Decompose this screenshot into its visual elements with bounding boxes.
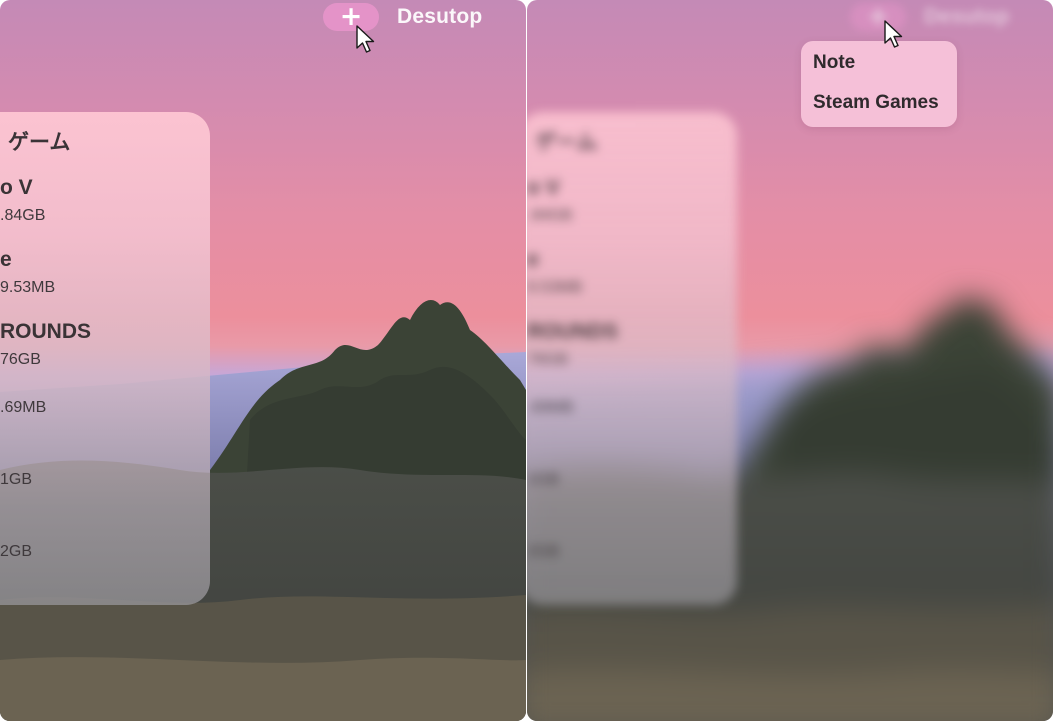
game-item: ROUNDS 76GB	[527, 320, 618, 369]
game-name: e	[527, 248, 539, 271]
game-item: 2GB	[527, 536, 559, 561]
game-item[interactable]: e 9.53MB	[0, 248, 55, 297]
game-size: 2GB	[0, 543, 33, 560]
game-size: .69MB	[527, 399, 574, 416]
games-widget: ゲーム o V .84GB e 9.53MB ROUNDS 76GB .69MB…	[527, 112, 737, 605]
game-item[interactable]: ROUNDS 76GB	[0, 320, 91, 369]
comparison-stage: + Desutop ゲーム o V .84GB e 9.53MB ROUNDS …	[0, 0, 1053, 721]
menu-item-steam-games[interactable]: Steam Games	[813, 92, 939, 114]
game-size: 9.53MB	[0, 279, 56, 296]
game-item[interactable]: o V .84GB	[0, 176, 45, 225]
game-item: 1GB	[527, 464, 559, 489]
game-name: o V	[0, 176, 33, 199]
game-item: .69MB	[527, 392, 573, 417]
games-widget[interactable]: ゲーム o V .84GB e 9.53MB ROUNDS 76GB .69MB…	[0, 112, 210, 605]
game-name: o V	[527, 176, 560, 199]
game-size: 1GB	[0, 471, 33, 488]
widget-title: ゲーム	[8, 130, 71, 154]
game-name: ROUNDS	[527, 320, 619, 343]
desktop-panel-right: + Desutop ゲーム o V .84GB e 9.53MB ROUNDS …	[527, 0, 1053, 721]
game-size: .84GB	[527, 207, 573, 224]
widget-title: ゲーム	[535, 130, 598, 154]
game-size: 9.53MB	[527, 279, 583, 296]
mouse-pointer-icon	[356, 25, 375, 53]
game-item: o V .84GB	[527, 176, 572, 225]
mouse-pointer-icon	[884, 20, 903, 48]
game-item[interactable]: 1GB	[0, 464, 32, 489]
add-menu-dropdown: Note Steam Games	[801, 41, 957, 127]
game-name: ROUNDS	[0, 320, 92, 343]
game-size: 2GB	[527, 543, 560, 560]
game-item: e 9.53MB	[527, 248, 582, 297]
desktop-panel-left: + Desutop ゲーム o V .84GB e 9.53MB ROUNDS …	[0, 0, 526, 721]
app-title: Desutop	[924, 5, 1010, 28]
game-name: e	[0, 248, 12, 271]
game-size: 1GB	[527, 471, 560, 488]
game-size: 76GB	[527, 351, 568, 368]
game-size: .84GB	[0, 207, 46, 224]
app-title: Desutop	[397, 5, 483, 28]
game-size: .69MB	[0, 399, 47, 416]
menu-item-note[interactable]: Note	[813, 52, 855, 74]
game-item[interactable]: 2GB	[0, 536, 32, 561]
game-size: 76GB	[0, 351, 41, 368]
game-item[interactable]: .69MB	[0, 392, 46, 417]
